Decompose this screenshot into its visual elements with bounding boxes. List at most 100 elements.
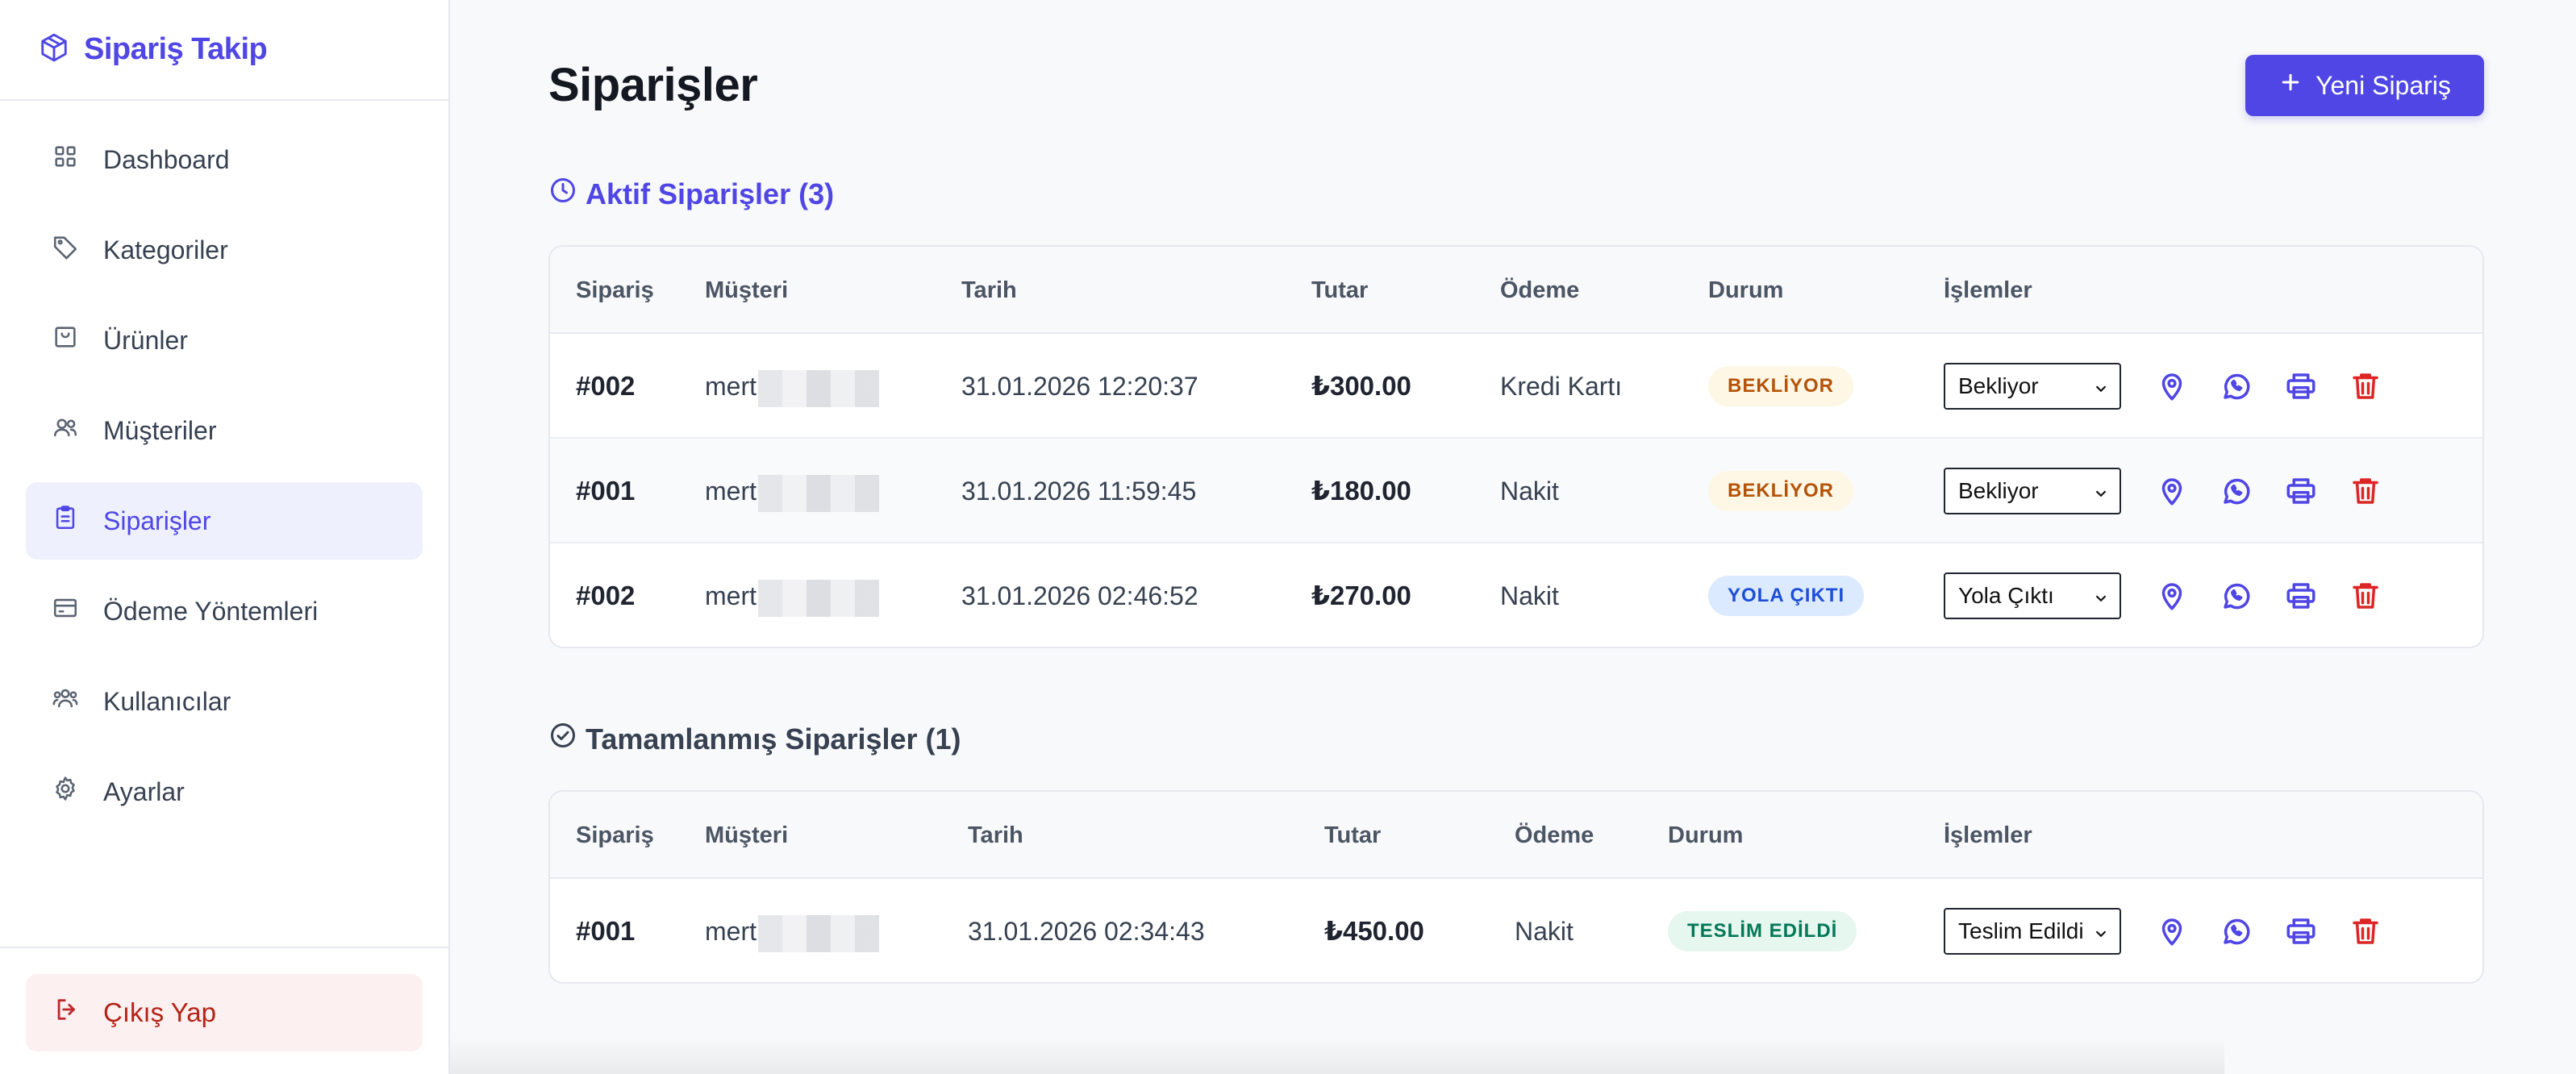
whatsapp-icon (2220, 583, 2253, 616)
map-pin-icon (2155, 583, 2189, 616)
table-row: #001 mert 31.01.2026 02:34:43 ₺450.00 Na… (550, 879, 2482, 982)
sidebar-item-ayarlar[interactable]: Ayarlar (26, 753, 423, 830)
status-badge: YOLA ÇIKTI (1708, 576, 1865, 616)
table-row: #002 mert 31.01.2026 02:46:52 ₺270.00 Na… (550, 543, 2482, 647)
customer-name: mert (705, 439, 879, 543)
column-header: İşlemler (1944, 822, 2032, 848)
status-select[interactable]: Bekliyor (1944, 363, 2121, 410)
users-icon (52, 414, 103, 448)
whatsapp-button[interactable] (2220, 579, 2253, 613)
sidebar-item-urunler[interactable]: Ürünler (26, 302, 423, 379)
active-orders-title: Aktif Siparişler (3) (548, 176, 834, 212)
chevron-down-icon (2092, 587, 2110, 605)
column-header: Tutar (1324, 822, 1382, 848)
payment-method: Nakit (1500, 581, 1559, 610)
column-header: Müşteri (705, 822, 789, 848)
chevron-down-icon (2092, 922, 2110, 940)
order-id: #002 (576, 581, 636, 610)
print-button[interactable] (2284, 474, 2318, 508)
whatsapp-button[interactable] (2220, 914, 2253, 948)
order-amount: ₺450.00 (1324, 916, 1424, 946)
order-date: 31.01.2026 02:34:43 (968, 917, 1205, 946)
sidebar-nav: Dashboard Kategoriler Ürünler Müşteriler… (26, 121, 423, 843)
whatsapp-icon (2220, 918, 2253, 951)
bottom-shadow (450, 1037, 2224, 1074)
new-order-label: Yeni Sipariş (2315, 70, 2451, 100)
status-select-value: Yola Çıktı (1958, 583, 2054, 608)
sidebar-item-kullanicilar[interactable]: Kullanıcılar (26, 663, 423, 740)
gear-icon (52, 775, 103, 809)
active-orders-title-text: Aktif Siparişler (3) (586, 177, 835, 210)
clipboard-icon (52, 504, 103, 538)
trash-icon (2349, 478, 2382, 511)
box-icon (52, 323, 103, 357)
logout-button[interactable]: Çıkış Yap (26, 974, 423, 1051)
clock-icon (548, 176, 586, 212)
customer-name: mert (705, 543, 879, 647)
delete-button[interactable] (2349, 579, 2382, 613)
status-select-value: Teslim Edildi (1958, 918, 2084, 943)
status-select[interactable]: Yola Çıktı (1944, 572, 2121, 619)
completed-orders-title-text: Tamamlanmış Siparişler (1) (586, 722, 961, 756)
order-date: 31.01.2026 12:20:37 (961, 372, 1198, 401)
trash-icon (2349, 373, 2382, 406)
table-header: Sipariş Müşteri Tarih Tutar Ödeme Durum … (550, 792, 2482, 879)
map-pin-icon (2155, 373, 2189, 406)
group-icon (52, 685, 103, 718)
order-id: #001 (576, 916, 636, 946)
location-button[interactable] (2155, 579, 2189, 613)
redacted-block (758, 914, 879, 952)
customer-name-text: mert (705, 917, 757, 946)
order-date: 31.01.2026 11:59:45 (961, 477, 1197, 506)
status-select[interactable]: Teslim Edildi (1944, 908, 2121, 955)
new-order-button[interactable]: Yeni Sipariş (2245, 55, 2484, 116)
sidebar-item-dashboard[interactable]: Dashboard (26, 121, 423, 198)
sidebar-item-label: Kullanıcılar (103, 686, 231, 716)
location-button[interactable] (2155, 369, 2189, 403)
sidebar-item-odeme-yontemleri[interactable]: Ödeme Yöntemleri (26, 572, 423, 650)
redacted-block (758, 369, 879, 407)
delete-button[interactable] (2349, 474, 2382, 508)
sidebar-item-siparisler[interactable]: Siparişler (26, 482, 423, 560)
delete-button[interactable] (2349, 369, 2382, 403)
column-header: Sipariş (576, 822, 654, 848)
table-row: #002 mert 31.01.2026 12:20:37 ₺300.00 Kr… (550, 334, 2482, 439)
sidebar-item-label: Ürünler (103, 325, 188, 355)
location-button[interactable] (2155, 914, 2189, 948)
print-button[interactable] (2284, 914, 2318, 948)
column-header: Tarih (961, 277, 1017, 303)
printer-icon (2284, 918, 2318, 951)
column-header: Durum (1668, 822, 1744, 848)
sidebar-item-label: Siparişler (103, 506, 211, 535)
check-circle-icon (548, 721, 586, 757)
brand[interactable]: Sipariş Takip (0, 0, 448, 101)
completed-orders-title: Tamamlanmış Siparişler (1) (548, 721, 961, 757)
grid-icon (52, 143, 103, 177)
trash-icon (2349, 918, 2382, 951)
active-orders-table: Sipariş Müşteri Tarih Tutar Ödeme Durum … (548, 245, 2484, 648)
customer-name: mert (705, 334, 879, 439)
map-pin-icon (2155, 478, 2189, 511)
logout-icon (53, 996, 103, 1030)
column-header: Ödeme (1500, 277, 1580, 303)
payment-method: Nakit (1515, 917, 1574, 946)
column-header: Ödeme (1515, 822, 1594, 848)
print-button[interactable] (2284, 579, 2318, 613)
delete-button[interactable] (2349, 914, 2382, 948)
table-header: Sipariş Müşteri Tarih Tutar Ödeme Durum … (550, 247, 2482, 334)
status-select[interactable]: Bekliyor (1944, 468, 2121, 514)
location-button[interactable] (2155, 474, 2189, 508)
sidebar-item-label: Müşteriler (103, 415, 217, 445)
tag-icon (52, 233, 103, 267)
sidebar-item-kategoriler[interactable]: Kategoriler (26, 211, 423, 289)
redacted-block (758, 474, 879, 512)
order-amount: ₺270.00 (1311, 581, 1411, 610)
whatsapp-button[interactable] (2220, 474, 2253, 508)
order-id: #002 (576, 371, 636, 401)
whatsapp-button[interactable] (2220, 369, 2253, 403)
sidebar-item-musteriler[interactable]: Müşteriler (26, 392, 423, 469)
print-button[interactable] (2284, 369, 2318, 403)
order-id: #001 (576, 476, 636, 506)
plus-icon (2278, 70, 2315, 101)
map-pin-icon (2155, 918, 2189, 951)
